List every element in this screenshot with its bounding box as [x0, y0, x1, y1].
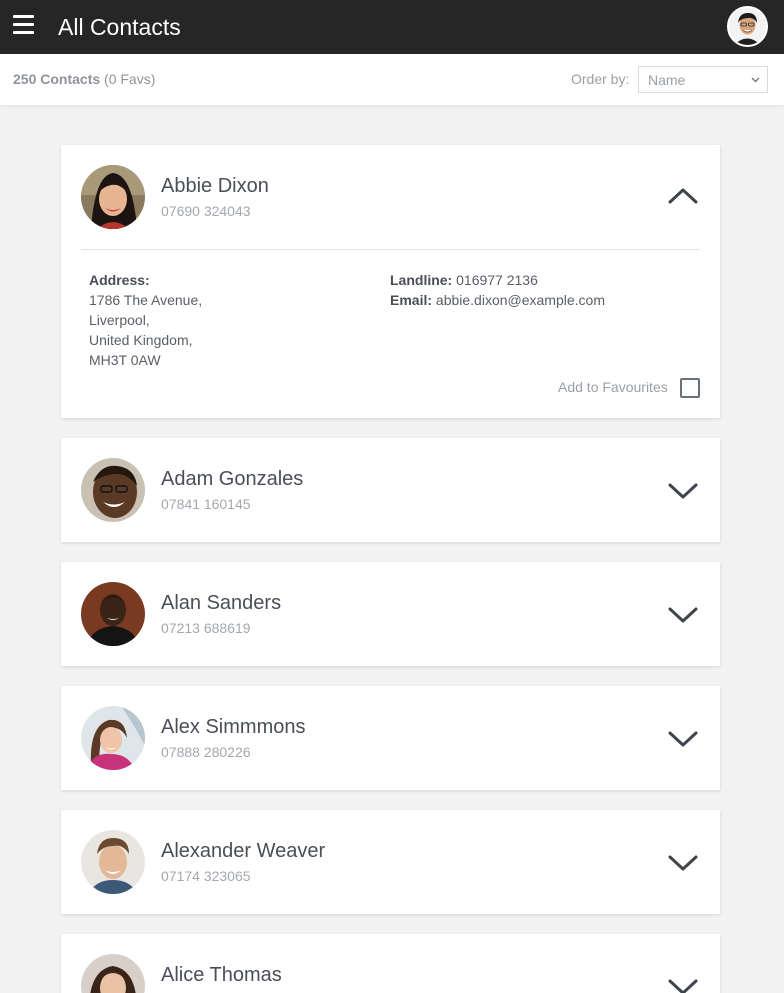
favourite-checkbox[interactable]	[680, 378, 700, 398]
address-line: MH3T 0AW	[89, 352, 161, 368]
email-row: Email: abbie.dixon@example.com	[390, 290, 605, 310]
contact-phone: 07888 280226	[161, 744, 251, 760]
contact-phone: 07213 688619	[161, 620, 251, 636]
contact-card[interactable]: Adam Gonzales 07841 160145	[61, 438, 720, 542]
user-avatar[interactable]	[727, 6, 768, 47]
contact-name: Alan Sanders	[161, 592, 282, 614]
favourite-count: (0 Favs)	[100, 71, 156, 87]
contact-name: Alexander Weaver	[161, 840, 326, 862]
chevron-down-icon[interactable]	[666, 480, 700, 502]
hamburger-menu-icon[interactable]	[13, 15, 34, 34]
address-line: 1786 The Avenue,	[89, 292, 203, 308]
contact-details-block: Landline: 016977 2136 Email: abbie.dixon…	[390, 270, 605, 310]
contact-count: 250 Contacts (0 Favs)	[13, 71, 155, 87]
avatar	[81, 706, 145, 770]
address-label: Address:	[89, 272, 150, 288]
avatar	[81, 954, 145, 993]
landline-row: Landline: 016977 2136	[390, 270, 605, 290]
contacts-toolbar: 250 Contacts (0 Favs) Order by: Name	[0, 54, 784, 105]
chevron-down-icon[interactable]	[666, 604, 700, 626]
address-line: United Kingdom,	[89, 332, 193, 348]
chevron-down-icon[interactable]	[666, 976, 700, 993]
contact-phone: 07690 324043	[161, 203, 251, 219]
select-chevron-icon	[751, 77, 760, 83]
contact-card[interactable]: Alexander Weaver 07174 323065	[61, 810, 720, 914]
landline-value: 016977 2136	[456, 272, 538, 288]
contact-name: Alex Simmmons	[161, 716, 306, 738]
order-by-value: Name	[648, 72, 686, 88]
chevron-down-icon[interactable]	[666, 852, 700, 874]
avatar	[81, 582, 145, 646]
address-line: Liverpool,	[89, 312, 150, 328]
contact-name: Adam Gonzales	[161, 468, 304, 490]
page-title: All Contacts	[58, 14, 181, 40]
card-divider	[81, 249, 700, 250]
contact-name: Abbie Dixon	[161, 175, 269, 197]
order-by-label: Order by:	[571, 71, 630, 87]
add-to-favourites-label[interactable]: Add to Favourites	[558, 379, 668, 395]
avatar	[81, 830, 145, 894]
order-by-select[interactable]: Name	[638, 66, 768, 93]
email-value[interactable]: abbie.dixon@example.com	[436, 292, 605, 308]
contact-name: Alice Thomas	[161, 964, 282, 986]
contact-card: Abbie Dixon 07690 324043 Address: 1786 T…	[61, 145, 720, 418]
landline-label: Landline:	[390, 272, 453, 288]
email-label: Email:	[390, 292, 433, 308]
contact-card[interactable]: Alice Thomas	[61, 934, 720, 993]
contact-card[interactable]: Alex Simmmons 07888 280226	[61, 686, 720, 790]
avatar	[81, 458, 145, 522]
contact-total: 250 Contacts	[13, 71, 101, 87]
contact-phone: 07174 323065	[161, 868, 251, 884]
contact-phone: 07841 160145	[161, 496, 251, 512]
contact-card[interactable]: Alan Sanders 07213 688619	[61, 562, 720, 666]
address-block: Address: 1786 The Avenue, Liverpool, Uni…	[89, 270, 202, 370]
avatar	[81, 165, 145, 229]
chevron-down-icon[interactable]	[666, 728, 700, 750]
chevron-up-icon[interactable]	[666, 185, 700, 207]
app-header: All Contacts	[0, 0, 784, 54]
